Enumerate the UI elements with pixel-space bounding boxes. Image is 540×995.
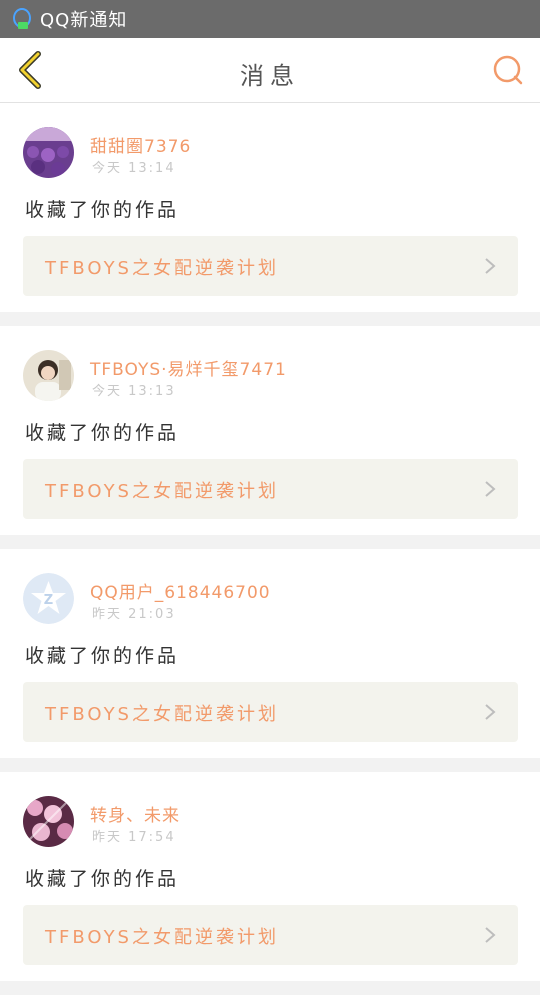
user-avatar[interactable] [23, 350, 74, 401]
timestamp: 昨天 21:03 [92, 607, 176, 622]
chevron-right-icon [485, 704, 496, 720]
user-avatar[interactable] [23, 796, 74, 847]
message-card: 甜甜圈7376 今天 13:14 收藏了你的作品 TFBOYS之女配逆袭计划 [0, 103, 540, 312]
user-name[interactable]: TFBOYS·易烊千玺7471 [90, 355, 287, 380]
qq-notification-icon [13, 8, 31, 29]
user-avatar[interactable] [23, 127, 74, 178]
action-text: 收藏了你的作品 [25, 868, 180, 890]
work-link[interactable]: TFBOYS之女配逆袭计划 [23, 682, 518, 742]
user-name[interactable]: 转身、未来 [90, 801, 180, 826]
search-icon[interactable] [492, 54, 524, 86]
svg-text:Z: Z [44, 593, 53, 608]
action-text: 收藏了你的作品 [25, 199, 180, 221]
boy-photo-avatar [23, 350, 74, 401]
status-bar: QQ新通知 [0, 0, 540, 38]
page-title: 消息 [240, 62, 300, 90]
work-link[interactable]: TFBOYS之女配逆袭计划 [23, 905, 518, 965]
message-feed: 甜甜圈7376 今天 13:14 收藏了你的作品 TFBOYS之女配逆袭计划 T… [0, 103, 540, 995]
message-card: 转身、未来 昨天 17:54 收藏了你的作品 TFBOYS之女配逆袭计划 [0, 772, 540, 981]
user-name[interactable]: QQ用户_618446700 [90, 578, 271, 603]
pink-flowers-avatar [23, 796, 74, 847]
action-text: 收藏了你的作品 [25, 422, 180, 444]
work-title: TFBOYS之女配逆袭计划 [45, 258, 279, 279]
action-text: 收藏了你的作品 [25, 645, 180, 667]
message-card: Z QQ用户_618446700 昨天 21:03 收藏了你的作品 TFBOYS… [0, 549, 540, 758]
lavender-field-avatar [23, 127, 74, 178]
timestamp: 昨天 17:54 [92, 830, 176, 845]
user-avatar[interactable]: Z [23, 573, 74, 624]
chevron-right-icon [485, 481, 496, 497]
qq-default-avatar: Z [23, 573, 74, 624]
timestamp: 今天 13:13 [92, 384, 176, 399]
work-title: TFBOYS之女配逆袭计划 [45, 704, 279, 725]
notification-text: QQ新通知 [40, 10, 128, 31]
work-title: TFBOYS之女配逆袭计划 [45, 927, 279, 948]
timestamp: 今天 13:14 [92, 161, 176, 176]
work-link[interactable]: TFBOYS之女配逆袭计划 [23, 236, 518, 296]
user-name[interactable]: 甜甜圈7376 [90, 132, 191, 157]
work-title: TFBOYS之女配逆袭计划 [45, 481, 279, 502]
chevron-right-icon [485, 258, 496, 274]
navigation-bar: 消息 [0, 38, 540, 103]
chevron-right-icon [485, 927, 496, 943]
message-card: TFBOYS·易烊千玺7471 今天 13:13 收藏了你的作品 TFBOYS之… [0, 326, 540, 535]
work-link[interactable]: TFBOYS之女配逆袭计划 [23, 459, 518, 519]
